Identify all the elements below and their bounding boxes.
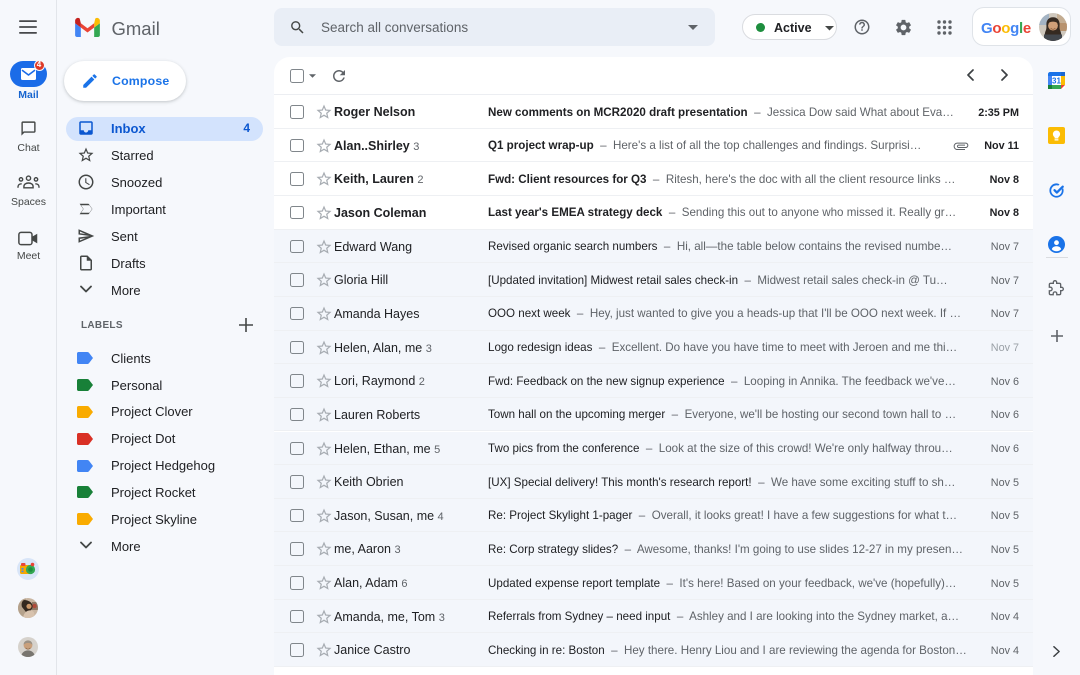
svg-text:31: 31 — [1052, 77, 1061, 86]
